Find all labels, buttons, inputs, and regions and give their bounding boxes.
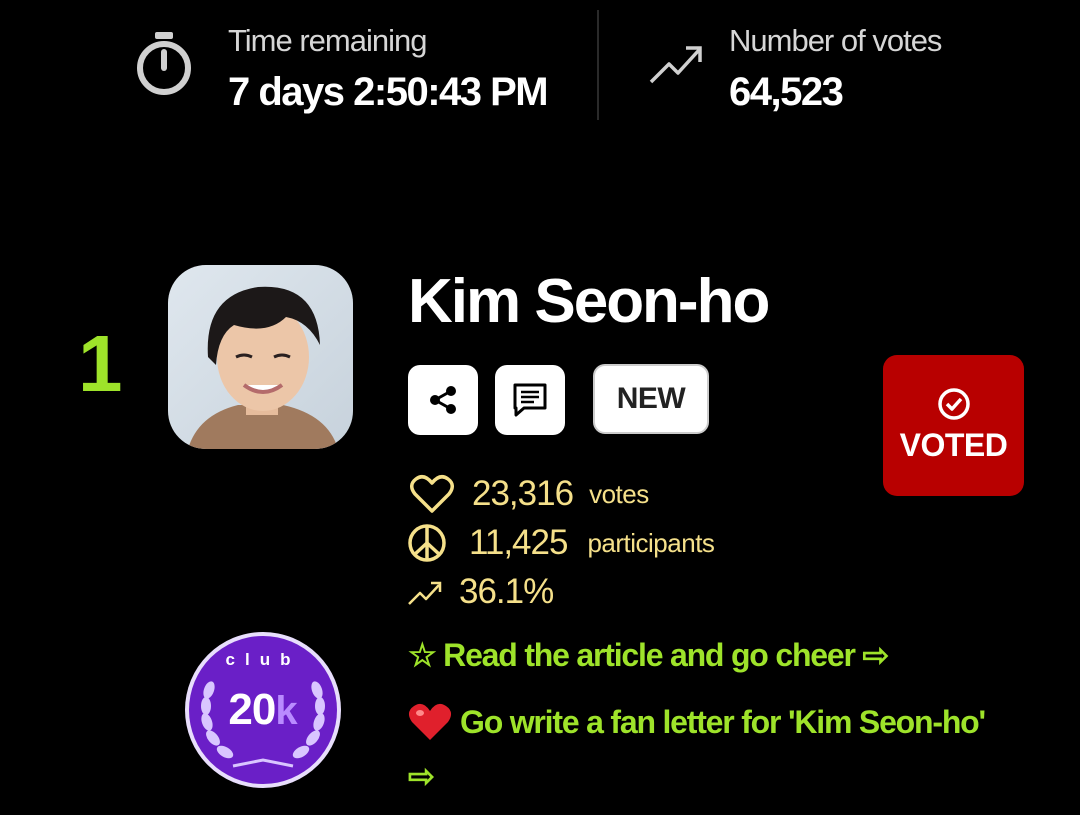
check-circle-icon [937,388,970,420]
comment-icon [513,383,547,417]
voted-label: VOTED [899,427,1008,463]
participants-count: 11,425 [469,523,568,562]
club-badge-suffix: k [275,689,298,733]
percentage-stat: 36.1% [407,572,554,612]
time-remaining-label: Time remaining [228,23,427,58]
votes-unit: votes [589,478,649,509]
new-badge[interactable]: NEW [593,364,709,434]
read-article-link[interactable]: ☆ Read the article and go cheer ⇨ [408,636,889,674]
time-remaining-value: 7 days 2:50:43 PM [228,70,549,114]
number-of-votes-label: Number of votes [729,23,942,58]
club-badge: club 20k [183,630,343,790]
fan-letter-link[interactable]: Go write a fan letter for 'Kim Seon-ho' [408,702,986,742]
votes-count: 23,316 [472,474,574,513]
club-badge-value-wrap: 20k [183,685,343,735]
trending-up-small-icon [408,581,442,605]
fan-letter-text: Go write a fan letter for 'Kim Seon-ho' [460,703,986,740]
candidate-name: Kim Seon-ho [408,267,770,336]
fan-letter-arrow[interactable]: ⇨ [408,757,435,795]
trending-up-icon [648,42,704,86]
stopwatch-icon [134,30,194,96]
header-divider [597,10,599,120]
heart-icon [410,475,454,513]
share-button[interactable] [408,365,478,435]
candidate-avatar[interactable] [168,265,353,449]
club-badge-value: 20 [228,685,276,734]
votes-stat: 23,316 votes [410,474,649,514]
number-of-votes-value: 64,523 [729,70,844,114]
comment-button[interactable] [495,365,565,435]
pie-chart-icon [408,524,446,562]
participants-stat: 11,425 participants [407,523,715,563]
percentage-value: 36.1% [459,572,554,611]
share-icon [430,386,456,414]
voted-button[interactable]: VOTED [883,355,1024,496]
participants-unit: participants [587,527,715,558]
club-badge-top-text: club [225,650,301,669]
red-heart-icon [408,703,452,740]
rank-number: 1 [78,319,123,408]
